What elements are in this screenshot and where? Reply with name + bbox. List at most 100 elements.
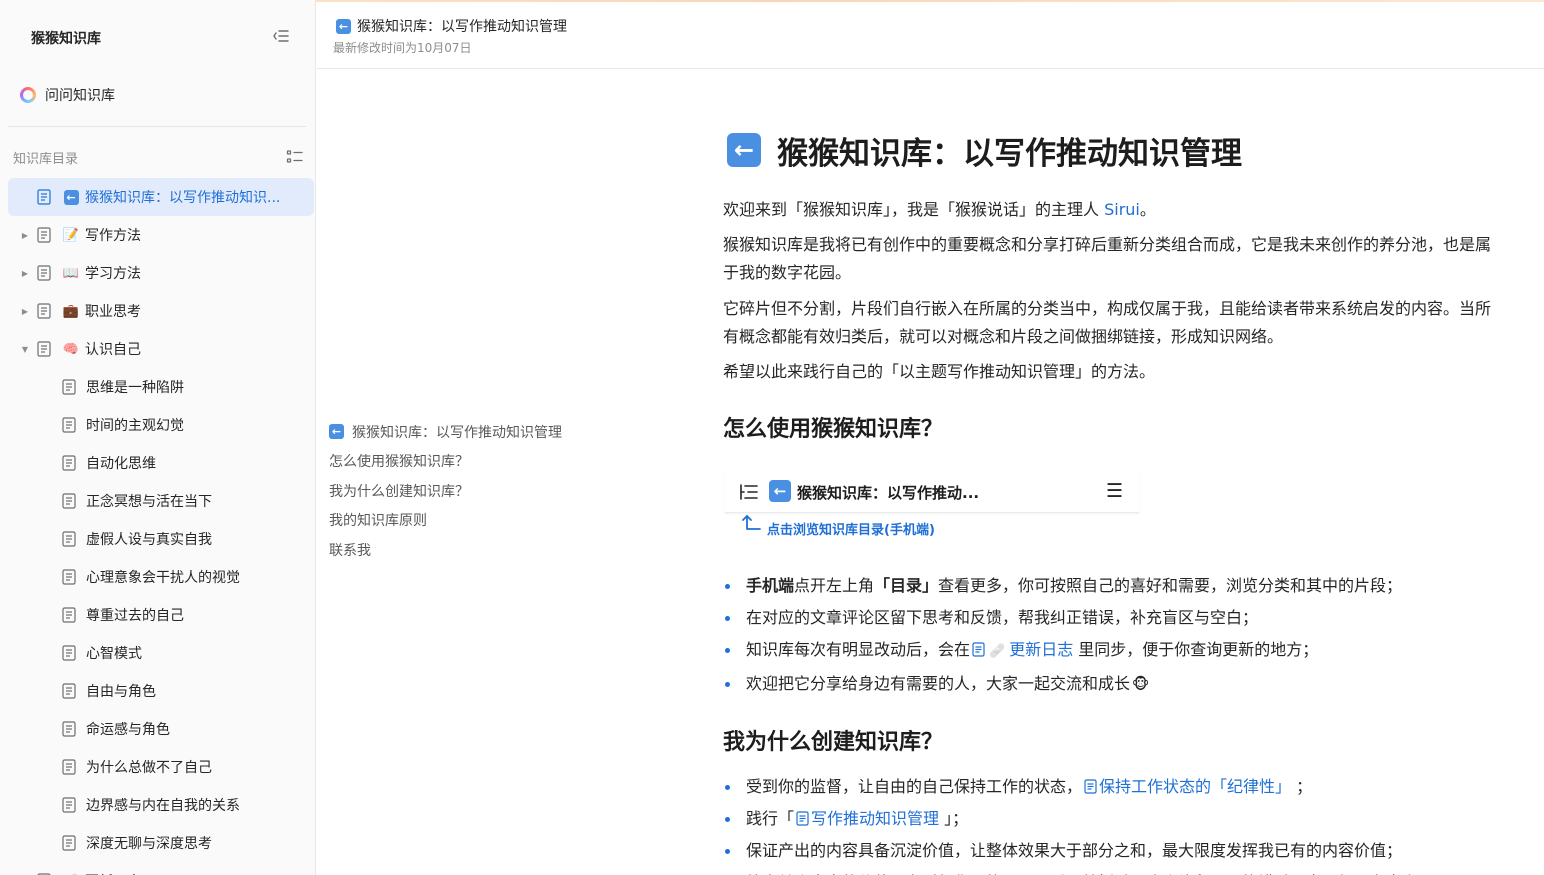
doc-icon [62,721,76,737]
sidebar-item[interactable]: 为什么总做不了自己 [8,748,314,786]
article: ← 猴猴知识库：以写作推动知识管理 欢迎来到「猴猴知识库」，我是「猴猴说话」的主… [723,128,1493,875]
doc-icon [62,531,76,547]
list-item: 手机端点开左上角「目录」查看更多，你可按照自己的喜好和需要，浏览分类和其中的片段… [723,570,1493,602]
text: 欢迎把它分享给身边有需要的人，大家一起交流和成长 [746,674,1131,693]
caret-right-icon[interactable]: ▶ [19,267,31,279]
ask-knowledge-base-button[interactable]: 问问知识库 [20,84,115,106]
doc-header-title: 猴猴知识库：以写作推动知识管理 [357,19,567,35]
doc-icon [62,645,76,661]
discipline-doc-link[interactable]: 保持工作状态的「纪律性」 [1099,777,1291,796]
sidebar-item[interactable]: 自动化思维 [8,444,314,482]
sidebar-item-label: 思维是一种陷阱 [86,380,184,396]
left-arrow-emoji-icon: ← [336,18,351,34]
sidebar-item[interactable]: 时间的主观幻觉 [8,406,314,444]
doc-icon [1084,779,1097,794]
sidebar-item-label: 自由与角色 [86,684,156,700]
sidebar-item-label: 学习方法 [85,266,141,282]
caret-down-icon[interactable]: ▼ [19,343,31,355]
list-item: 受到你的监督，让自由的自己保持工作的状态， 保持工作状态的「纪律性」 ； [723,771,1493,803]
doc-icon [796,811,809,826]
doc-icon [62,835,76,851]
doc-icon [37,265,51,281]
item-emoji-icon: 📖 [62,265,80,281]
sidebar-item-label: 边界感与内在自我的关系 [86,798,240,814]
outline-item[interactable]: 联系我 [329,535,629,565]
caret-right-icon[interactable]: ▶ [19,305,31,317]
outline-item[interactable]: 我为什么创建知识库？ [329,476,629,506]
outline-item-label: 联系我 [329,542,371,559]
left-arrow-emoji-icon: ← [727,133,761,167]
toc-view-toggle-icon[interactable] [286,149,304,165]
outline-item[interactable]: 怎么使用猴猴知识库？ [329,447,629,477]
sidebar-item[interactable]: 命运感与角色 [8,710,314,748]
bandage-icon: 🩹 [989,644,1006,659]
changelog-link[interactable]: 更新日志 [1009,640,1073,659]
sidebar-item[interactable]: 思维是一种陷阱 [8,368,314,406]
outline-item-label: 我的知识库原则 [329,513,427,530]
sidebar-item-label: 心理意象会干扰人的视觉 [86,570,240,586]
sidebar-divider [8,126,306,127]
sidebar-item[interactable]: ▶ 💼 职业思考 [8,292,314,330]
section-heading-how-to-use: 怎么使用猴猴知识库？ [723,417,944,442]
intro-text: 欢迎来到「猴猴知识库」，我是「猴猴说话」的主理人 [723,200,1105,219]
outline-item-label: 我为什么创建知识库？ [329,483,469,500]
sidebar-item[interactable]: ← 猴猴知识库：以写作推动知识... [8,178,314,216]
section-heading-why: 我为什么创建知识库？ [723,730,944,755]
sidebar-item[interactable]: ▼ 🧠 认识自己 [8,330,314,368]
mobile-toc-screenshot: ← 猴猴知识库：以写作推动... ☰ 点击浏览知识库目录(手机端) [723,469,1139,547]
outline-item-label: 猴猴知识库：以写作推动知识管理 [352,424,562,441]
paragraph: 希望以此来践行自己的「以主题写作推动知识管理」的方法。 [723,362,1156,381]
sidebar-item[interactable]: 边界感与内在自我的关系 [8,786,314,824]
doc-icon [37,303,51,319]
screenshot-title: 猴猴知识库：以写作推动... [797,484,980,502]
sidebar-item[interactable]: ▶ 📝 写作方法 [8,216,314,254]
left-arrow-emoji-icon: ← [329,424,344,440]
outline-item[interactable]: 我的知识库原则 [329,506,629,536]
article-title-row: ← 猴猴知识库：以写作推动知识管理 [727,128,1493,172]
sidebar-item[interactable]: 正念冥想与活在当下 [8,482,314,520]
sidebar-item[interactable]: 虚假人设与真实自我 [8,520,314,558]
text: 受到你的监督，让自由的自己保持工作的状态， [746,777,1083,796]
list-item: 放大单个内容的价值，有时候你可能晃眼一看，就划过了这个片段，可能错过了它，如果在… [723,867,1493,875]
kb-title[interactable]: 猴猴知识库 [31,28,101,48]
screenshot-topbar: ← 猴猴知识库：以写作推动... ☰ [725,469,1139,513]
writing-km-doc-link[interactable]: 写作推动知识管理 [811,809,939,828]
intro-paragraph: 欢迎来到「猴猴知识库」，我是「猴猴说话」的主理人 Sirui。 [723,196,1493,224]
outline-item[interactable]: ← 猴猴知识库：以写作推动知识管理 [329,417,629,447]
text: 」； [939,809,969,828]
left-arrow-emoji-icon: ← [769,480,791,502]
doc-outline: ← 猴猴知识库：以写作推动知识管理怎么使用猴猴知识库？ 我为什么创建知识库？ 我的知识… [329,417,629,565]
list-item: 践行「 写作推动知识管理 」； [723,803,1493,835]
sidebar-item[interactable]: 自由与角色 [8,672,314,710]
list-item: 欢迎把它分享给身边有需要的人，大家一起交流和成长 🐵 [723,668,1493,700]
doc-icon [62,759,76,775]
doc-icon [972,642,985,657]
doc-icon [37,189,51,205]
sidebar-item[interactable]: 心智模式 [8,634,314,672]
article-title: 猴猴知识库：以写作推动知识管理 [777,135,1242,172]
list-item: 在对应的文章评论区留下思考和反馈，帮我纠正错误，补充盲区与空白； [723,602,1493,634]
sidebar-item-label: 写作方法 [85,228,141,244]
collapse-sidebar-icon[interactable] [271,26,291,46]
pointer-arrow-icon [740,513,762,535]
sidebar-item[interactable]: 尊重过去的自己 [8,596,314,634]
doc-icon [37,341,51,357]
sidebar-item-label: 自动化思维 [86,456,156,472]
doc-icon [37,227,51,243]
sidebar-item[interactable]: 🩹更新日志 [8,862,314,875]
author-link[interactable]: Sirui [1104,200,1140,219]
sidebar: 猴猴知识库 问问知识库 知识库目录 ← 猴猴知识库：以写作推动知识... ▶ 📝 写作方… [0,0,316,875]
sidebar-item[interactable]: 心理意象会干扰人的视觉 [8,558,314,596]
text: 查看更多，你可按照自己的喜好和需要，浏览分类和其中的片段； [938,576,1403,595]
outline-item-label: 怎么使用猴猴知识库？ [329,454,469,471]
sidebar-item-label: 为什么总做不了自己 [86,760,212,776]
sidebar-item-label: 命运感与角色 [86,722,170,738]
sidebar-item-label: 尊重过去的自己 [86,608,184,624]
text: 知识库每次有明显改动后，会在 [746,640,971,659]
caret-right-icon[interactable]: ▶ [19,229,31,241]
sidebar-item[interactable]: ▶ 📖 学习方法 [8,254,314,292]
usage-list: 手机端点开左上角「目录」查看更多，你可按照自己的喜好和需要，浏览分类和其中的片段… [723,570,1493,700]
list-item: 知识库每次有明显改动后，会在 🩹 更新日志 里同步，便于你查询更新的地方； [723,634,1493,668]
toc-tree: ← 猴猴知识库：以写作推动知识... ▶ 📝 写作方法 ▶ 📖 学习方法 ▶ 💼 职业思考 ▼ 🧠 认识自… [8,178,314,875]
sidebar-item[interactable]: 深度无聊与深度思考 [8,824,314,862]
